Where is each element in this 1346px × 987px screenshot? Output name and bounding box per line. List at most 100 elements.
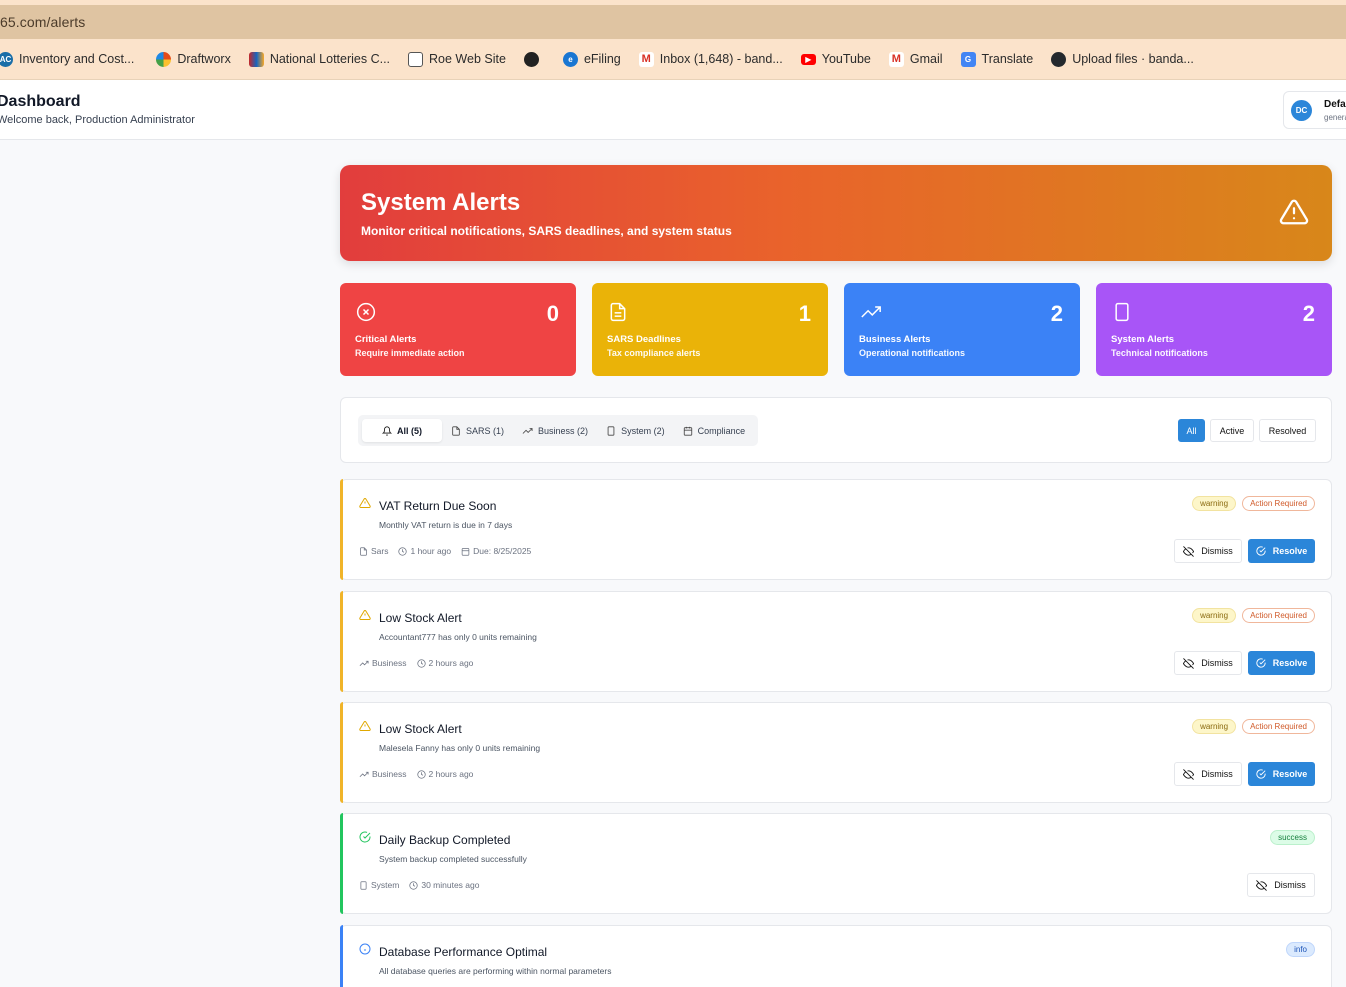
alert-meta: Business 2 hours ago bbox=[359, 658, 483, 668]
clock-icon bbox=[398, 546, 408, 556]
address-bar[interactable]: 65.com/alerts bbox=[0, 5, 1346, 39]
alert-card: Daily Backup Completed System backup com… bbox=[340, 813, 1332, 914]
alert-actions: Dismiss Resolve bbox=[1168, 539, 1315, 563]
eye-off-icon bbox=[1183, 768, 1195, 780]
dismiss-button[interactable]: Dismiss bbox=[1174, 539, 1242, 563]
warning-triangle-icon bbox=[359, 497, 371, 508]
avatar: DC bbox=[1291, 100, 1312, 121]
action-required-badge: Action Required bbox=[1242, 496, 1315, 511]
lotteries-icon bbox=[248, 51, 264, 67]
calendar-icon bbox=[461, 547, 470, 556]
resolve-button[interactable]: Resolve bbox=[1248, 651, 1315, 675]
youtube-icon: ▶ bbox=[800, 53, 816, 65]
filter-bar: All (5) SARS (1) Business (2) System (2)… bbox=[340, 397, 1332, 463]
bookmark-youtube[interactable]: ▶ YouTube bbox=[800, 52, 871, 66]
category-tabs: All (5) SARS (1) Business (2) System (2)… bbox=[358, 415, 759, 446]
dismiss-button[interactable]: Dismiss bbox=[1174, 651, 1242, 675]
stat-desc: Tax compliance alerts bbox=[607, 348, 701, 358]
alert-description: System backup completed successfully bbox=[379, 854, 527, 864]
building-icon bbox=[360, 880, 367, 890]
efiling-icon: e bbox=[562, 51, 578, 67]
info-icon bbox=[359, 943, 371, 955]
clock-icon bbox=[416, 658, 426, 668]
bookmark-efiling[interactable]: e eFiling bbox=[562, 51, 621, 67]
tab-compliance[interactable]: Compliance bbox=[674, 419, 755, 442]
bookmark-globe[interactable] bbox=[523, 51, 545, 67]
alert-description: Monthly VAT return is due in 7 days bbox=[379, 520, 513, 530]
severity-badge: success bbox=[1270, 830, 1315, 845]
page-title: Dashboard bbox=[0, 93, 81, 110]
alert-accent-bar bbox=[340, 702, 343, 803]
user-menu[interactable]: DC Defau genera bbox=[1283, 91, 1346, 129]
globe-icon bbox=[523, 51, 539, 67]
github-icon bbox=[1051, 51, 1067, 67]
warning-triangle-icon bbox=[359, 720, 371, 731]
alert-meta: System 30 minutes ago bbox=[359, 880, 489, 890]
trend-icon bbox=[861, 306, 881, 318]
clock-icon bbox=[409, 880, 418, 890]
alert-badges: success bbox=[1264, 830, 1315, 845]
stat-card-business: 2 Business Alerts Operational notificati… bbox=[844, 283, 1080, 376]
alert-card: VAT Return Due Soon Monthly VAT return i… bbox=[340, 479, 1332, 580]
clock-icon bbox=[416, 769, 426, 779]
status-filter-all[interactable]: All bbox=[1178, 419, 1205, 442]
tab-all[interactable]: All (5) bbox=[362, 419, 443, 442]
file-icon bbox=[452, 425, 460, 436]
alert-description: Malesela Fanny has only 0 units remainin… bbox=[379, 743, 541, 753]
eye-off-icon bbox=[1183, 545, 1195, 557]
alert-description: Accountant777 has only 0 units remaining bbox=[379, 632, 537, 642]
alert-time: 2 hours ago bbox=[416, 658, 473, 668]
stat-label: System Alerts bbox=[1111, 334, 1175, 345]
resolve-button[interactable]: Resolve bbox=[1248, 539, 1315, 563]
alert-badges: warning Action Required bbox=[1186, 496, 1315, 511]
stat-count: 2 bbox=[1050, 301, 1063, 326]
severity-badge: warning bbox=[1192, 608, 1237, 623]
alert-title: Low Stock Alert bbox=[379, 611, 462, 625]
alert-due-date: Due: 8/25/2025 bbox=[461, 546, 531, 556]
stat-label: Business Alerts bbox=[859, 334, 931, 345]
bookmark-inbox[interactable]: M Inbox (1,648) - band... bbox=[638, 51, 783, 67]
alert-time: 2 hours ago bbox=[416, 769, 473, 779]
check-circle-icon bbox=[359, 831, 371, 843]
stat-card-sars: 1 SARS Deadlines Tax compliance alerts bbox=[592, 283, 828, 376]
alert-meta: Business 2 hours ago bbox=[359, 769, 483, 779]
bookmark-gmail[interactable]: M Gmail bbox=[888, 51, 943, 67]
status-filter-resolved[interactable]: Resolved bbox=[1259, 419, 1316, 442]
tab-system[interactable]: System (2) bbox=[597, 419, 674, 442]
user-role: genera bbox=[1324, 113, 1346, 122]
warning-triangle-icon bbox=[1279, 199, 1309, 225]
calendar-icon bbox=[683, 426, 692, 436]
hero-subtitle: Monitor critical notifications, SARS dea… bbox=[361, 224, 732, 238]
roe-icon bbox=[408, 51, 424, 67]
alert-title: Low Stock Alert bbox=[379, 722, 462, 736]
dismiss-button[interactable]: Dismiss bbox=[1174, 762, 1242, 786]
trend-icon bbox=[359, 660, 369, 666]
status-filter-active[interactable]: Active bbox=[1210, 419, 1254, 442]
bookmark-inventory[interactable]: AC Inventory and Cost... bbox=[0, 51, 134, 67]
alert-title: Database Performance Optimal bbox=[379, 945, 548, 959]
bookmark-github[interactable]: Upload files · banda... bbox=[1051, 51, 1194, 67]
building-icon bbox=[607, 425, 615, 436]
bookmark-translate[interactable]: G Translate bbox=[960, 51, 1033, 67]
eye-off-icon bbox=[1256, 879, 1268, 891]
alert-actions: Dismiss Resolve bbox=[1168, 762, 1315, 786]
alert-badges: info bbox=[1280, 942, 1315, 957]
bookmarks-bar: AC Inventory and Cost... Draftworx Natio… bbox=[0, 39, 1346, 80]
severity-badge: warning bbox=[1192, 496, 1237, 511]
stat-desc: Require immediate action bbox=[355, 348, 465, 358]
bookmark-draftworx[interactable]: Draftworx bbox=[156, 51, 231, 67]
stat-desc: Operational notifications bbox=[859, 348, 966, 358]
resolve-button[interactable]: Resolve bbox=[1248, 762, 1315, 786]
tab-business[interactable]: Business (2) bbox=[513, 419, 597, 442]
dismiss-button[interactable]: Dismiss bbox=[1247, 873, 1315, 897]
page-subtitle: Welcome back, Production Administrator bbox=[0, 114, 195, 126]
tab-sars[interactable]: SARS (1) bbox=[442, 419, 513, 442]
bookmark-roe[interactable]: Roe Web Site bbox=[408, 51, 506, 67]
stat-count: 2 bbox=[1302, 301, 1315, 326]
alert-title: Daily Backup Completed bbox=[379, 833, 511, 847]
alert-category: Sars bbox=[359, 546, 388, 556]
stat-card-system: 2 System Alerts Technical notifications bbox=[1096, 283, 1332, 376]
bookmark-lotteries[interactable]: National Lotteries C... bbox=[248, 51, 390, 67]
alert-time: 30 minutes ago bbox=[409, 880, 479, 890]
building-icon bbox=[1115, 302, 1129, 322]
